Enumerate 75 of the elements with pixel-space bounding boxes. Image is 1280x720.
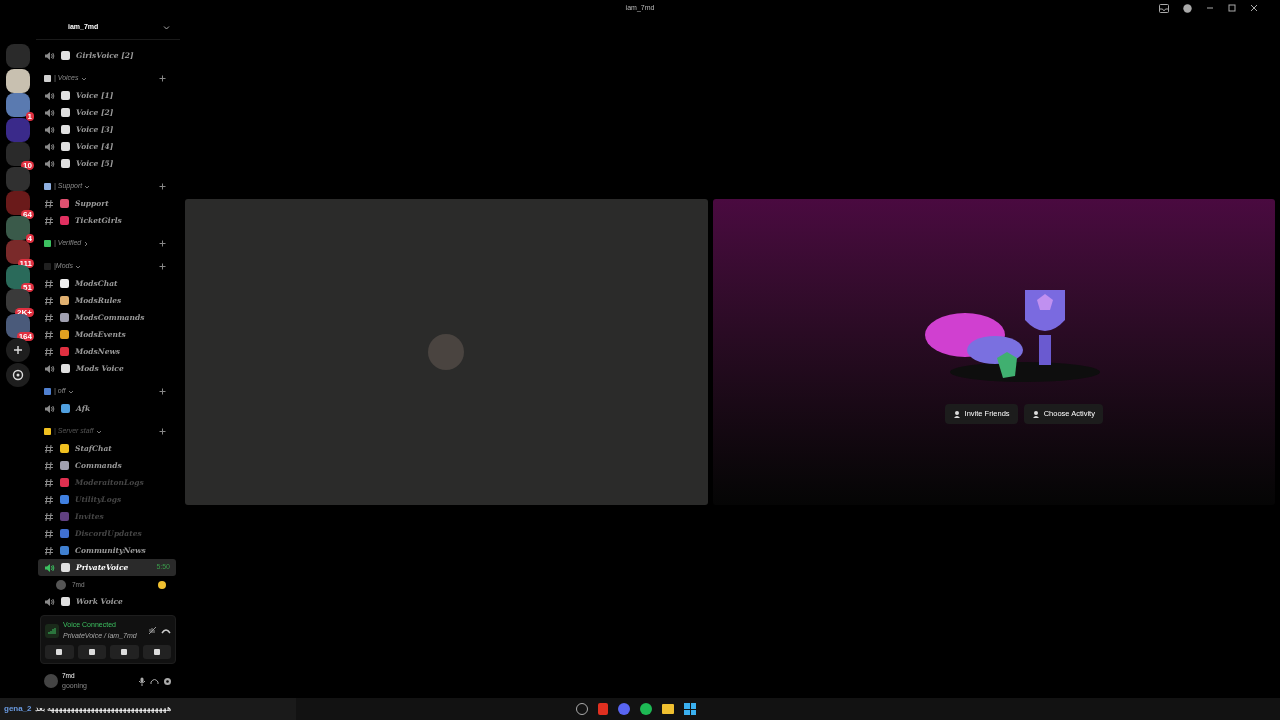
chevron-icon: [74, 263, 81, 270]
hashtag-icon: [44, 460, 54, 471]
signal-icon: [45, 623, 59, 638]
chevron-icon: [84, 183, 91, 190]
hashtag-icon: [44, 443, 54, 454]
inbox-icon[interactable]: [1159, 3, 1169, 13]
hashtag-icon: [44, 545, 54, 556]
browser-icon[interactable]: [598, 703, 608, 715]
speaker-icon: [44, 403, 55, 414]
hashtag-icon: [44, 295, 54, 306]
soundboard-button[interactable]: [142, 645, 171, 659]
settings-icon[interactable]: [163, 676, 172, 686]
compass-icon: [12, 368, 24, 381]
speaker-icon: [44, 596, 55, 607]
hashtag-icon: [44, 494, 54, 505]
activity-button[interactable]: [110, 645, 139, 659]
add-channel-icon[interactable]: [159, 183, 166, 190]
add-channel-icon[interactable]: [159, 75, 166, 82]
camera-button[interactable]: [45, 645, 74, 659]
chevron-icon: [67, 388, 74, 395]
chevron-icon: [83, 240, 90, 247]
disconnect-icon[interactable]: [161, 626, 171, 635]
add-channel-icon[interactable]: [159, 388, 166, 395]
server-icon[interactable]: [6, 240, 30, 265]
ticker-user: gena_2: [4, 703, 32, 715]
add-channel-icon[interactable]: [159, 263, 166, 270]
hashtag-icon: [44, 346, 54, 357]
maximize-icon[interactable]: [1228, 4, 1236, 12]
ticker-text: ههههههههههههههههههههههههههههههه بعد: [34, 703, 171, 715]
server-icon[interactable]: [6, 289, 30, 314]
hashtag-icon: [44, 511, 54, 522]
help-icon[interactable]: [1183, 3, 1192, 13]
person-icon: [952, 410, 961, 418]
server-icon[interactable]: [6, 68, 30, 93]
speaker-icon: [44, 107, 55, 118]
speaker-icon: [44, 158, 55, 169]
speaker-icon: [44, 50, 55, 61]
add-channel-icon[interactable]: [159, 428, 166, 435]
hashtag-icon: [44, 215, 54, 226]
speaker-icon: [44, 363, 55, 374]
chevron-icon: [80, 75, 87, 82]
microphone-icon[interactable]: [138, 676, 146, 686]
add-server-button[interactable]: [6, 338, 30, 363]
headphones-icon[interactable]: [150, 676, 159, 686]
server-icon[interactable]: [6, 313, 30, 338]
speaker-icon: [44, 90, 55, 101]
speaker-icon: [44, 141, 55, 152]
chevron-icon: [163, 24, 170, 31]
screen-share-button[interactable]: [77, 645, 106, 659]
hashtag-icon: [44, 312, 54, 323]
hashtag-icon: [44, 477, 54, 488]
add-channel-icon[interactable]: [159, 240, 166, 247]
hashtag-icon: [44, 329, 54, 340]
server-icon[interactable]: [6, 264, 30, 289]
discover-button[interactable]: [6, 362, 30, 387]
unread-badge: 4: [25, 234, 34, 243]
noise-suppression-icon[interactable]: [148, 626, 157, 635]
close-icon[interactable]: [1250, 4, 1258, 12]
server-icon[interactable]: [6, 142, 30, 167]
hashtag-icon: [44, 198, 54, 209]
speaker-icon: [44, 562, 55, 573]
start-icon[interactable]: [684, 703, 696, 715]
speaker-icon: [44, 124, 55, 135]
chevron-icon: [95, 428, 102, 435]
chat-app-icon[interactable]: [618, 703, 630, 715]
music-app-icon[interactable]: [640, 703, 652, 715]
unread-badge: 1: [25, 111, 34, 121]
server-icon[interactable]: [6, 215, 30, 240]
minimize-icon[interactable]: [1206, 4, 1214, 12]
hashtag-icon: [44, 278, 54, 289]
hashtag-icon: [44, 528, 54, 539]
avatar: [428, 334, 465, 370]
plus-icon: [13, 345, 23, 356]
avatar: [56, 579, 66, 590]
server-icon[interactable]: [6, 191, 30, 216]
